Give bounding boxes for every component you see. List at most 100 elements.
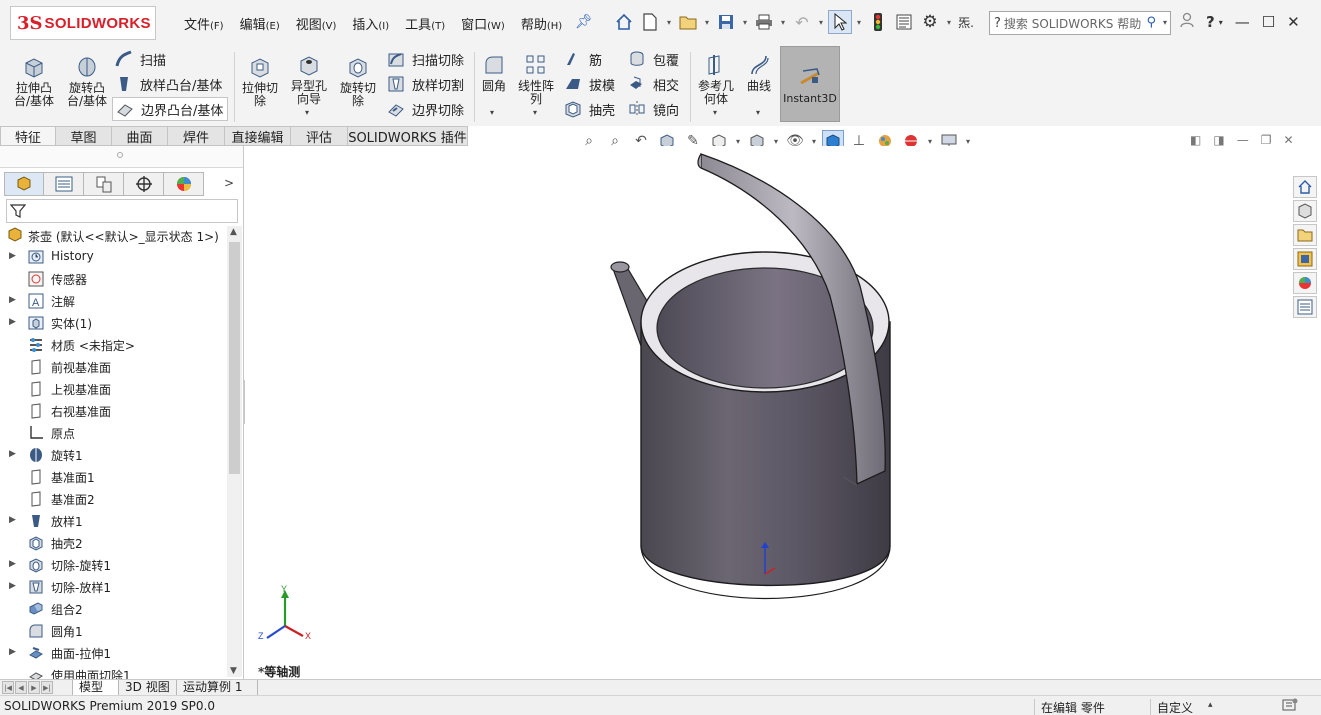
feature-tree-item[interactable]: 右视基准面 [0,400,226,422]
lofted-cut-button[interactable]: 放样切割 [386,74,464,94]
save-dropdown-icon[interactable]: ▾ [740,18,750,27]
graphics-area[interactable]: Y X Z [245,146,1321,679]
rib-button[interactable]: 筋 [563,49,602,69]
more-tabs-chevron-icon[interactable]: > [224,176,234,190]
feature-tree-item[interactable]: ▶ 曲面-拉伸1 [0,642,226,664]
expand-arrow-icon[interactable]: ▶ [9,295,16,305]
hole-wizard-button[interactable]: 异型孔向导 [287,52,331,106]
loft-boss-button[interactable]: 放样凸台/基体 [114,74,222,94]
hole-wizard-dropdown-icon[interactable]: ▾ [305,108,309,117]
menu-insert[interactable]: 插入(I) [344,14,397,33]
menu-file[interactable]: 文件(F) [176,14,232,33]
last-tab-icon[interactable]: ▶| [41,681,53,694]
file-properties-icon[interactable] [892,10,916,34]
part-root-node[interactable]: 茶壶 (默认<<默认>_显示状态 1>) [6,226,219,246]
truncated-toolbar-label[interactable]: 炁. [956,10,976,34]
unit-system-dropdown-icon[interactable]: ▴ [1208,700,1213,710]
open-dropdown-icon[interactable]: ▾ [702,18,712,27]
save-icon[interactable] [714,10,738,34]
doc-tile-left-icon[interactable]: ◧ [1190,133,1201,147]
feature-tree-scrollbar[interactable]: ▲ ▼ [227,226,242,677]
feature-tree-item[interactable]: 上视基准面 [0,378,226,400]
reference-dropdown-icon[interactable]: ▾ [713,108,717,117]
tab-direct-editing[interactable]: 直接编辑 [225,126,291,146]
maximize-icon[interactable]: ☐ [1262,13,1275,31]
feature-tree-item[interactable]: ▶ 实体(1) [0,312,226,334]
scroll-down-icon[interactable]: ▼ [230,666,237,676]
reference-geometry-button[interactable]: 参考几何体 [694,52,738,106]
options-dropdown-icon[interactable]: ▾ [944,18,954,27]
extrude-cut-button[interactable]: 拉伸切除 [238,54,282,108]
tab-model[interactable]: 模型 [72,680,118,696]
tab-features[interactable]: 特征 [0,126,56,146]
select-dropdown-icon[interactable]: ▾ [854,18,864,27]
print-dropdown-icon[interactable]: ▾ [778,18,788,27]
hide-show-dropdown-icon[interactable]: ▾ [810,137,818,146]
feature-tree-item[interactable]: 传感器 [0,268,226,290]
feature-tree-item[interactable]: 基准面2 [0,488,226,510]
open-folder-icon[interactable] [676,10,700,34]
file-explorer-icon[interactable] [1293,224,1317,246]
display-style-dropdown-icon[interactable]: ▾ [772,137,780,146]
intersect-button[interactable]: 相交 [627,74,679,94]
undo-dropdown-icon[interactable]: ▾ [816,18,826,27]
curves-button[interactable]: 曲线 [742,52,776,93]
feature-tree-item[interactable]: 组合2 [0,598,226,620]
tab-weldments[interactable]: 焊件 [168,126,225,146]
boundary-cut-button[interactable]: 边界切除 [386,99,464,119]
fillet-button[interactable]: 圆角 [478,52,510,93]
expand-arrow-icon[interactable]: ▶ [9,515,16,525]
feature-tree-item[interactable]: 原点 [0,422,226,444]
pin-icon[interactable]: 📌︎ [575,14,593,30]
status-notification-icon[interactable] [1282,698,1298,712]
undo-icon[interactable]: ↶ [790,10,814,34]
view-palette-icon[interactable] [1293,248,1317,270]
options-gear-icon[interactable]: ⚙ [918,10,942,34]
fillet-dropdown-icon[interactable]: ▾ [490,108,494,117]
search-dropdown-icon[interactable]: ▾ [1163,18,1167,27]
next-tab-icon[interactable]: ▶ [28,681,40,694]
feature-tree-item[interactable]: ▶ History [0,246,226,268]
doc-close-icon[interactable]: ✕ [1283,133,1293,147]
select-cursor-icon[interactable] [828,10,852,34]
tab-evaluate[interactable]: 评估 [291,126,348,146]
menu-edit[interactable]: 编辑(E) [232,14,288,33]
menu-help[interactable]: 帮助(H) [513,14,570,33]
expand-arrow-icon[interactable]: ▶ [9,581,16,591]
solidworks-logo[interactable]: 3S SOLIDWORKS [10,6,156,40]
search-icon[interactable]: ⚲ [1146,15,1156,30]
doc-minimize-icon[interactable]: — [1237,133,1249,147]
user-icon[interactable] [1180,12,1194,32]
tab-motion-study[interactable]: 运动算例 1 [176,680,258,696]
rebuild-traffic-light-icon[interactable] [866,10,890,34]
feature-tree-item[interactable]: ▶ 旋转1 [0,444,226,466]
prev-tab-icon[interactable]: ◀ [15,681,27,694]
scroll-up-icon[interactable]: ▲ [230,227,237,237]
feature-tree-item[interactable]: ▶ A 注解 [0,290,226,312]
view-settings-dropdown-icon[interactable]: ▾ [964,137,972,146]
feature-tree-item[interactable]: ▶ 切除-放样1 [0,576,226,598]
help-dropdown-icon[interactable]: ▾ [1219,18,1223,27]
minimize-icon[interactable]: — [1235,13,1250,31]
feature-tree-item[interactable]: 圆角1 [0,620,226,642]
close-icon[interactable]: ✕ [1287,13,1300,31]
help-icon[interactable]: ? [1206,13,1215,31]
display-manager-tab-icon[interactable] [164,172,204,196]
feature-tree-item[interactable]: ▶ 切除-旋转1 [0,554,226,576]
apply-scene-dropdown-icon[interactable]: ▾ [926,137,934,146]
unit-system[interactable]: 自定义 [1150,699,1193,715]
new-dropdown-icon[interactable]: ▾ [664,18,674,27]
mirror-button[interactable]: 镜向 [627,99,679,119]
print-icon[interactable] [752,10,776,34]
feature-tree-item[interactable]: 材质 <未指定> [0,334,226,356]
feature-manager-tab-icon[interactable] [4,172,44,196]
doc-tile-right-icon[interactable]: ◨ [1213,133,1224,147]
swept-cut-button[interactable]: 扫描切除 [386,49,464,69]
help-search-input[interactable]: ? 搜索 SOLIDWORKS 帮助 ⚲ ▾ [989,11,1171,35]
property-manager-tab-icon[interactable] [44,172,84,196]
expand-arrow-icon[interactable]: ▶ [9,647,16,657]
solidworks-resources-home-icon[interactable] [1293,176,1317,198]
panel-grip[interactable] [0,146,243,168]
feature-tree-item[interactable]: 前视基准面 [0,356,226,378]
wrap-button[interactable]: 包覆 [627,49,679,69]
